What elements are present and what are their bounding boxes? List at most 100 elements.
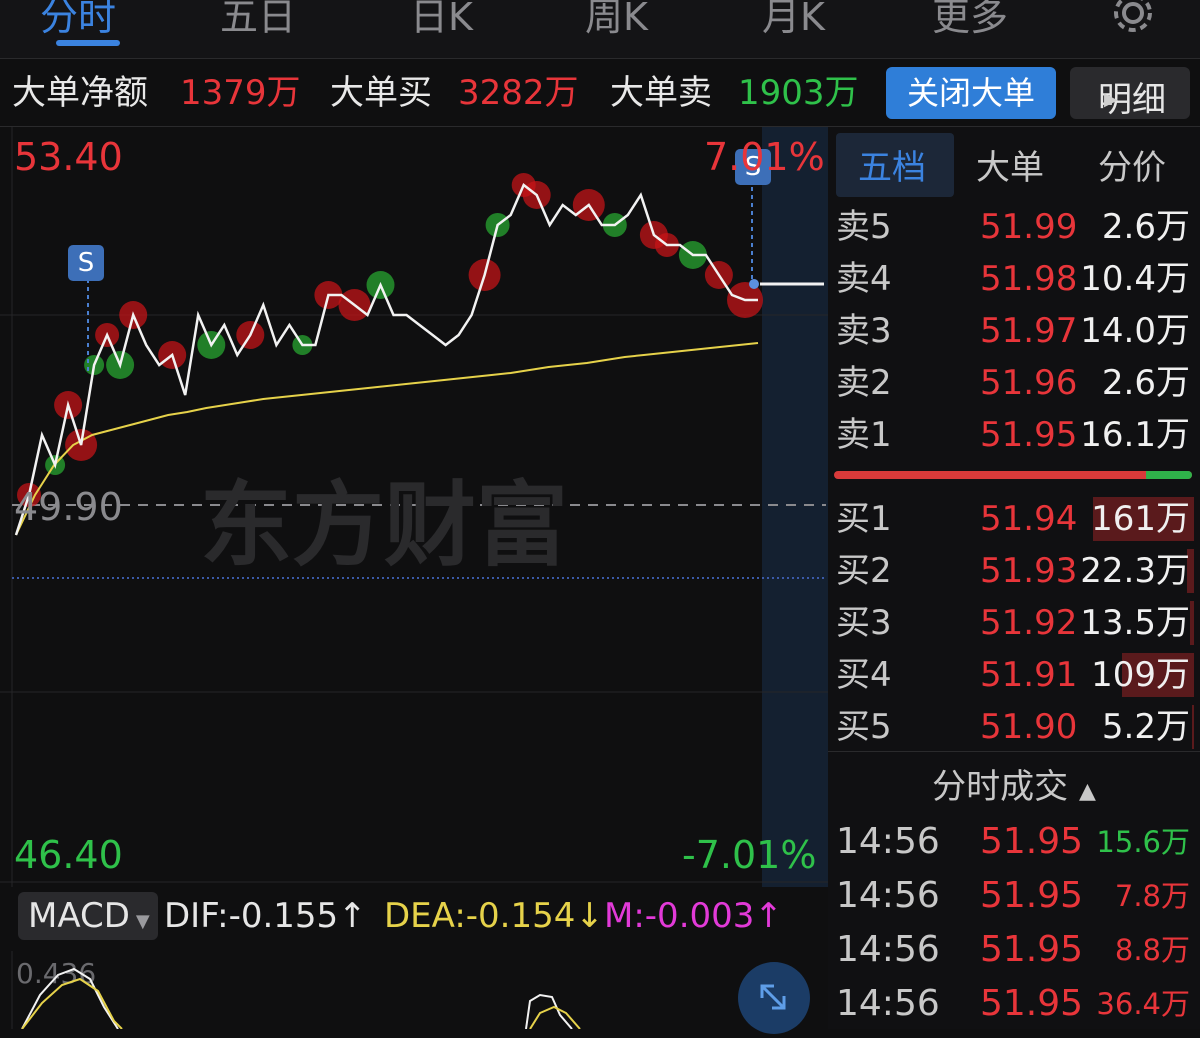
- bid-volume-bar: [1190, 601, 1194, 645]
- intraday-chart-svg: 东方财富: [0, 127, 828, 887]
- expand-icon[interactable]: [738, 962, 810, 1034]
- bid-price: 51.91: [980, 655, 1078, 695]
- bid-price: 51.93: [980, 551, 1078, 591]
- intraday-chart[interactable]: 东方财富 S S 53.40 7.01% 49.90 46.40 -7.01%: [0, 127, 828, 887]
- bid-volume: 13.5万: [1080, 603, 1190, 643]
- ask-volume: 2.6万: [1101, 207, 1190, 247]
- net-amount-label: 大单净额: [12, 73, 148, 113]
- big-sell-label: 大单卖: [610, 73, 712, 113]
- ask-label: 卖3: [836, 311, 892, 351]
- bid-row: 买3 51.92 13.5万: [828, 597, 1200, 649]
- tab-weekly-k[interactable]: 周K: [585, 0, 648, 41]
- indicator-selector[interactable]: MACD ▼: [18, 892, 158, 940]
- indicator-name: MACD: [28, 896, 130, 936]
- tick-row: 14:56 51.95 36.4万: [828, 977, 1200, 1031]
- ask-row: 卖1 51.95 16.1万: [828, 409, 1200, 461]
- tick-price: 51.95: [980, 929, 1084, 970]
- bid-label: 买2: [836, 551, 892, 591]
- tab-five-day[interactable]: 五日: [220, 0, 296, 41]
- bid-label: 买1: [836, 499, 892, 539]
- tick-volume: 15.6万: [1096, 825, 1190, 859]
- detail-button[interactable]: 明细 ▶: [1070, 67, 1190, 120]
- ask-volume: 2.6万: [1101, 363, 1190, 403]
- triangle-up-icon: ▲: [1078, 779, 1096, 804]
- ask-row: 卖2 51.96 2.6万: [828, 357, 1200, 409]
- tab-daily-k[interactable]: 日K: [410, 0, 473, 41]
- tick-row: 14:56 51.95 7.8万: [828, 869, 1200, 923]
- tab-more[interactable]: 更多: [932, 0, 1008, 41]
- bid-volume: 22.3万: [1080, 551, 1190, 591]
- tick-price: 51.95: [980, 821, 1084, 862]
- big-buy-label: 大单买: [330, 73, 432, 113]
- watermark: 东方财富: [200, 472, 568, 579]
- ask-row: 卖4 51.98 10.4万: [828, 253, 1200, 305]
- big-buy-value: 3282万: [458, 73, 579, 113]
- bid-row: 买4 51.91 109万: [828, 649, 1200, 701]
- tab-price-volume[interactable]: 分价: [1098, 140, 1166, 189]
- high-price-label: 53.40: [14, 135, 123, 179]
- bid-volume: 5.2万: [1101, 707, 1190, 747]
- sell-marker-badge[interactable]: S: [68, 245, 104, 281]
- ask-label: 卖2: [836, 363, 892, 403]
- macd-m: M:-0.003↑: [604, 896, 783, 936]
- buy-sell-ratio-bar: [834, 471, 1192, 479]
- macd-dif: DIF:-0.155↑: [164, 896, 367, 936]
- net-amount-value: 1379万: [180, 73, 301, 113]
- ticks-header[interactable]: 分时成交 ▲: [828, 759, 1200, 808]
- bid-volume: 161万: [1091, 499, 1190, 539]
- tab-big-orders[interactable]: 大单: [976, 140, 1044, 189]
- ask-volume: 10.4万: [1080, 259, 1190, 299]
- bid-label: 买4: [836, 655, 892, 695]
- tab-monthly-k[interactable]: 月K: [762, 0, 825, 41]
- bid-label: 买3: [836, 603, 892, 643]
- ask-row: 卖5 51.99 2.6万: [828, 201, 1200, 253]
- ask-price: 51.99: [980, 207, 1078, 247]
- tick-volume: 36.4万: [1096, 987, 1190, 1021]
- gear-icon[interactable]: [1108, 0, 1158, 38]
- tick-time: 14:56: [836, 983, 940, 1024]
- ask-label: 卖5: [836, 207, 892, 247]
- ask-volume: 16.1万: [1080, 415, 1190, 455]
- chevron-right-icon: ▶: [1104, 89, 1118, 110]
- big-sell-value: 1903万: [738, 73, 859, 113]
- ask-label: 卖1: [836, 415, 892, 455]
- order-book-panel: 五档 大单 分价 卖5 51.99 2.6万 卖4 51.98 10.4万 卖3…: [828, 127, 1200, 1029]
- close-big-order-button[interactable]: 关闭大单: [886, 67, 1056, 119]
- tick-price: 51.95: [980, 875, 1084, 916]
- low-price-label: 46.40: [14, 833, 123, 877]
- tick-time: 14:56: [836, 929, 940, 970]
- bid-price: 51.92: [980, 603, 1078, 643]
- tick-volume: 7.8万: [1114, 879, 1190, 913]
- macd-dea: DEA:-0.154↓: [384, 896, 604, 936]
- ask-price: 51.96: [980, 363, 1078, 403]
- bid-row: 买5 51.90 5.2万: [828, 701, 1200, 753]
- bid-price: 51.94: [980, 499, 1078, 539]
- tick-volume: 8.8万: [1114, 933, 1190, 967]
- tick-row: 14:56 51.95 15.6万: [828, 815, 1200, 869]
- bid-volume: 109万: [1091, 655, 1190, 695]
- ask-price: 51.98: [980, 259, 1078, 299]
- tick-time: 14:56: [836, 821, 940, 862]
- big-order-summary: 大单净额 1379万 大单买 3282万 大单卖 1903万 关闭大单 明细 ▶: [0, 60, 1200, 127]
- bid-label: 买5: [836, 707, 892, 747]
- macd-axis-top: 0.436: [16, 957, 96, 990]
- active-tab-indicator: [56, 40, 120, 46]
- ask-row: 卖3 51.97 14.0万: [828, 305, 1200, 357]
- tab-intraday[interactable]: 分时: [40, 0, 116, 41]
- chevron-down-icon: ▼: [135, 911, 150, 932]
- ask-price: 51.97: [980, 311, 1078, 351]
- tick-time: 14:56: [836, 875, 940, 916]
- macd-chart: 0.436: [11, 951, 581, 1029]
- ask-label: 卖4: [836, 259, 892, 299]
- bid-volume-bar: [1192, 705, 1194, 749]
- bid-price: 51.90: [980, 707, 1078, 747]
- prev-close-label: 49.90: [14, 485, 123, 529]
- ticks-header-label: 分时成交: [932, 767, 1069, 807]
- bid-row: 买1 51.94 161万: [828, 493, 1200, 545]
- bid-row: 买2 51.93 22.3万: [828, 545, 1200, 597]
- period-tabs: 分时 五日 日K 周K 月K 更多: [0, 0, 1200, 59]
- high-pct-label: 7.01%: [704, 135, 825, 179]
- tab-five-level[interactable]: 五档: [858, 140, 926, 189]
- low-pct-label: -7.01%: [682, 833, 817, 877]
- tick-row: 14:56 51.95 8.8万: [828, 923, 1200, 977]
